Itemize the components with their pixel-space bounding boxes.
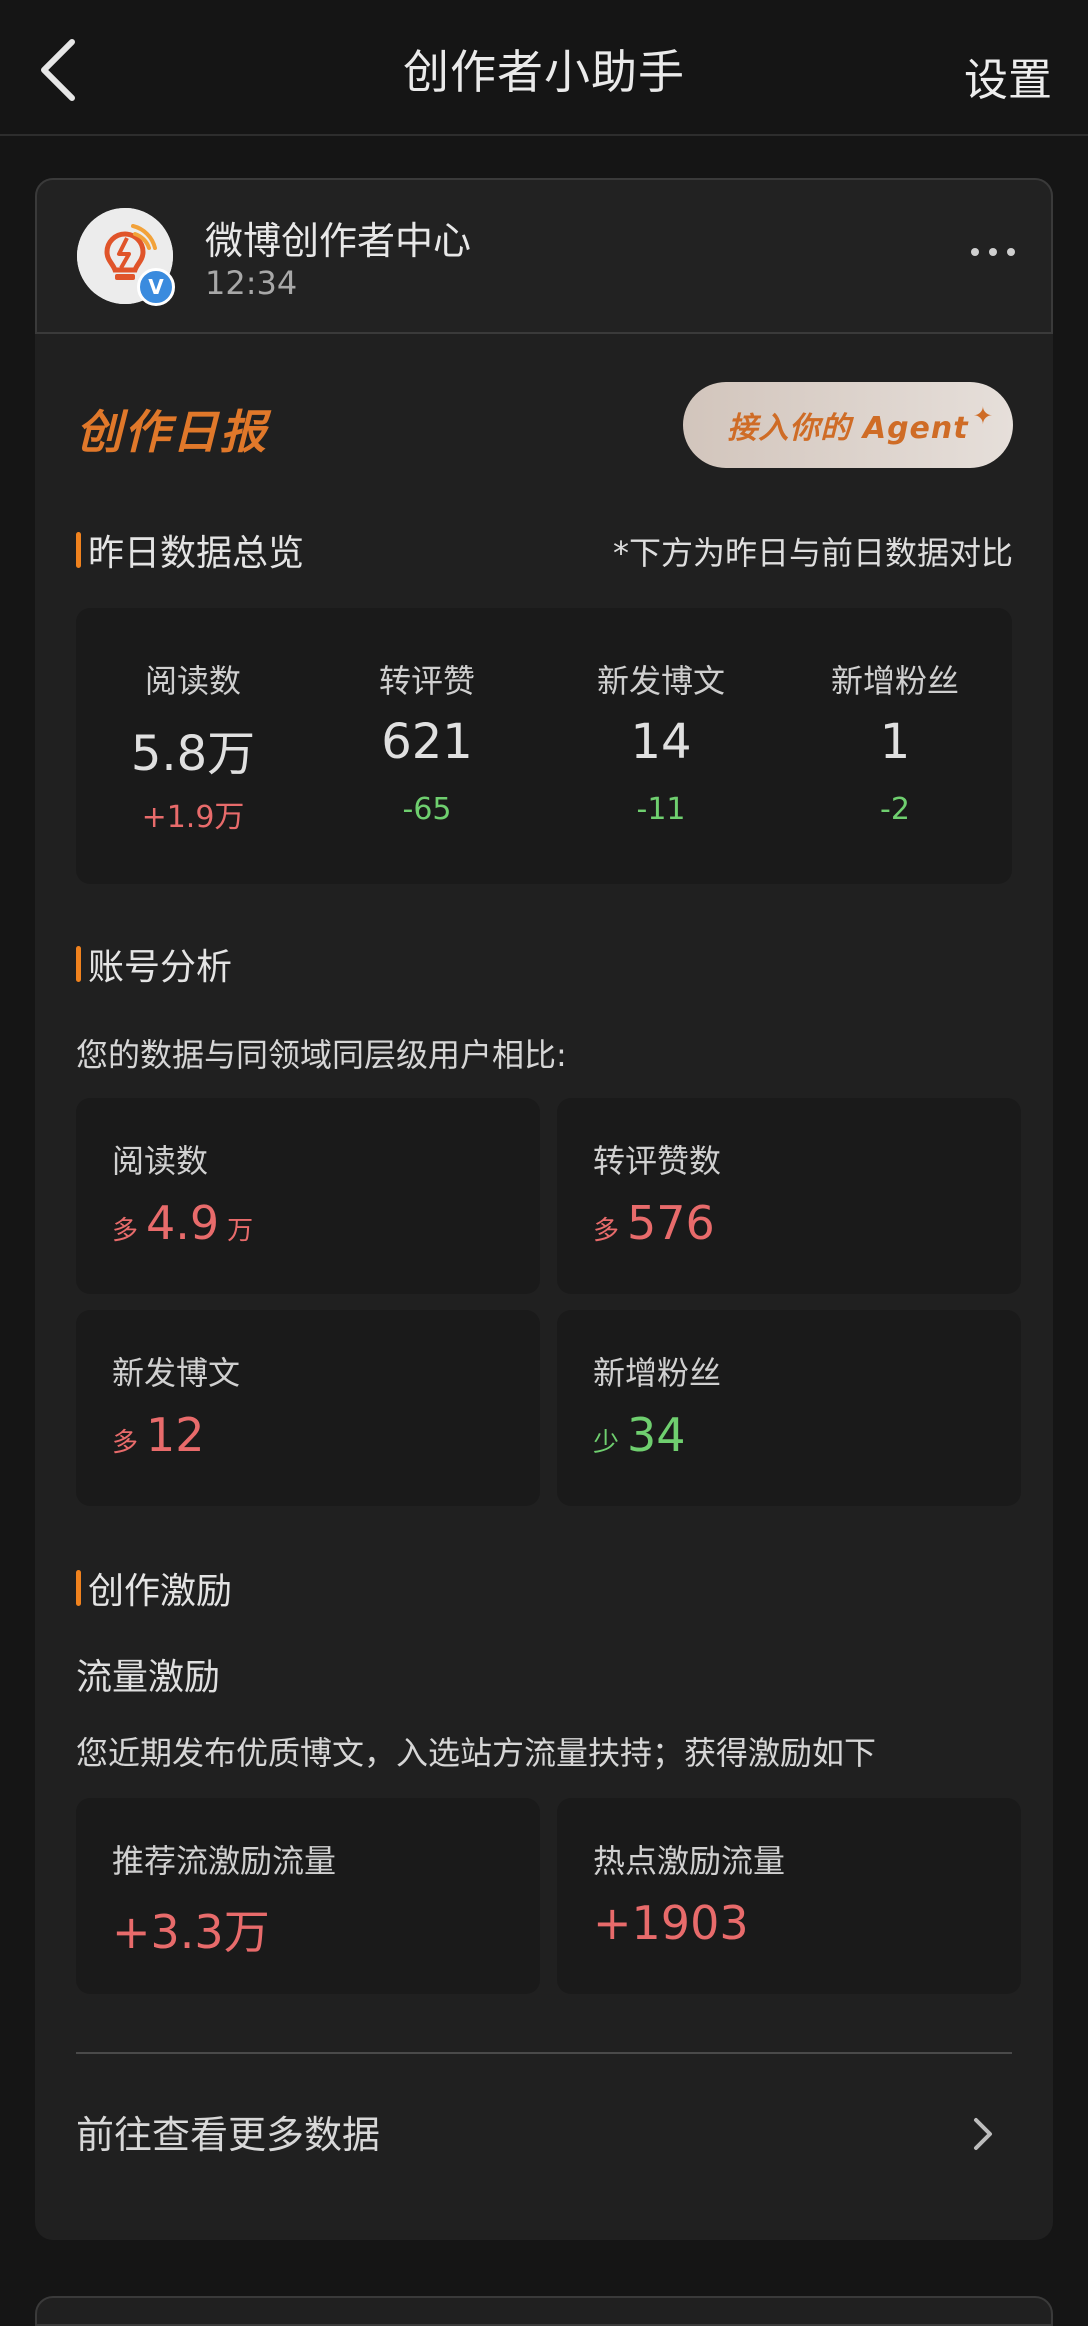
tile-label: 新增粉丝 (593, 1354, 722, 1392)
metric-label: 阅读数 (144, 662, 241, 700)
tile-number: 34 (627, 1408, 686, 1462)
view-more-data-label: 前往查看更多数据 (76, 2113, 381, 2157)
page-title: 创作者小助手 (403, 45, 685, 99)
message-time: 12:34 (205, 264, 298, 302)
metric-new-fans[interactable]: 新增粉丝 1 -2 (778, 608, 1012, 884)
analysis-tile-new-posts[interactable]: 新发博文 多 12 (76, 1310, 540, 1506)
metric-reads[interactable]: 阅读数 5.8万 +1.9万 (76, 608, 310, 884)
dot-icon (971, 248, 979, 256)
analysis-tile-new-fans[interactable]: 新增粉丝 少 34 (557, 1310, 1021, 1506)
tile-value: 多 576 (593, 1196, 715, 1250)
metric-delta: -2 (880, 792, 910, 827)
metric-new-posts[interactable]: 新发博文 14 -11 (544, 608, 778, 884)
dot-icon (989, 248, 997, 256)
more-options-button[interactable] (971, 242, 1015, 262)
tile-number: 12 (146, 1408, 205, 1462)
tile-unit: 万 (227, 1216, 254, 1246)
analysis-subtitle: 您的数据与同领域同层级用户相比: (76, 1036, 567, 1074)
metric-value: 5.8万 (130, 726, 256, 782)
connect-agent-label: 接入你的 Agent (727, 411, 969, 446)
metric-label: 转评赞 (378, 662, 475, 700)
tile-prefix: 少 (593, 1428, 620, 1458)
tile-label: 新发博文 (112, 1354, 241, 1392)
report-title: 创作日报 (76, 405, 268, 459)
metric-value: 14 (630, 714, 692, 770)
reward-tile-recommend[interactable]: 推荐流激励流量 +3.3万 (76, 1798, 540, 1994)
view-more-data-link[interactable]: 前往查看更多数据 (76, 2088, 1012, 2178)
analysis-tile-reads[interactable]: 阅读数 多 4.9 万 (76, 1098, 540, 1294)
tile-value: 少 34 (593, 1408, 686, 1462)
tile-label: 阅读数 (112, 1142, 209, 1180)
compare-note: *下方为昨日与前日数据对比 (612, 534, 1013, 572)
metric-delta: -65 (402, 792, 452, 827)
traffic-incentive-title: 流量激励 (76, 1657, 221, 1698)
sparkle-icon: ✦ (972, 402, 993, 430)
overview-section-title: 昨日数据总览 (76, 524, 304, 576)
metric-value: 1 (879, 714, 911, 770)
metric-label: 新增粉丝 (830, 662, 959, 700)
tile-value: 多 12 (112, 1408, 205, 1462)
account-name[interactable]: 微博创作者中心 (205, 210, 471, 265)
chevron-right-icon (974, 2118, 992, 2150)
tile-label: 热点激励流量 (593, 1842, 786, 1880)
incentive-section-title: 创作激励 (76, 1562, 232, 1614)
reward-number: +1903 (593, 1896, 749, 1950)
daily-report-card: V 微博创作者中心 12:34 创作日报 接入你的 Agent ✦ 昨日数据总览… (35, 178, 1053, 2240)
metric-value: 621 (381, 714, 473, 770)
tile-prefix: 多 (593, 1216, 620, 1246)
metric-delta: -11 (636, 792, 686, 827)
tile-label: 推荐流激励流量 (112, 1842, 337, 1880)
connect-agent-button[interactable]: 接入你的 Agent ✦ (683, 382, 1013, 468)
dot-icon (1007, 248, 1015, 256)
traffic-incentive-desc: 您近期发布优质博文，入选站方流量扶持；获得激励如下 (76, 1734, 877, 1772)
tile-value: 多 4.9 万 (112, 1196, 253, 1250)
metric-label: 新发博文 (596, 662, 725, 700)
divider (76, 2052, 1012, 2054)
metric-engagement[interactable]: 转评赞 621 -65 (310, 608, 544, 884)
metric-delta: +1.9万 (141, 800, 245, 835)
verified-badge-icon: V (137, 268, 175, 306)
tile-number: 4.9 (146, 1196, 220, 1250)
analysis-section-title: 账号分析 (76, 938, 232, 990)
tile-value: +1903 (593, 1896, 749, 1950)
tile-prefix: 多 (112, 1216, 139, 1246)
settings-button[interactable]: 设置 (964, 44, 1052, 108)
tile-number: 576 (627, 1196, 715, 1250)
reward-number: +3.3万 (112, 1905, 270, 1959)
next-card-edge (35, 2296, 1053, 2326)
reward-tile-hotspot[interactable]: 热点激励流量 +1903 (557, 1798, 1021, 1994)
analysis-tile-engagement[interactable]: 转评赞数 多 576 (557, 1098, 1021, 1294)
card-header: V 微博创作者中心 12:34 (35, 178, 1053, 334)
overview-panel: 阅读数 5.8万 +1.9万 转评赞 621 -65 新发博文 14 -11 新… (76, 608, 1012, 884)
tile-label: 转评赞数 (593, 1142, 722, 1180)
tile-value: +3.3万 (112, 1896, 270, 1962)
top-bar: 创作者小助手 设置 (0, 0, 1088, 136)
tile-prefix: 多 (112, 1428, 139, 1458)
